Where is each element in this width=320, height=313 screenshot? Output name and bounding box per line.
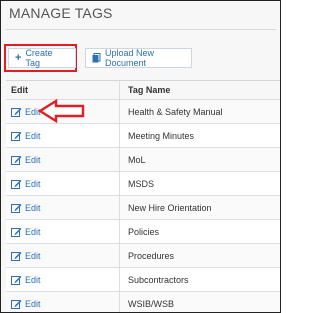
- edit-icon: [11, 251, 22, 261]
- manage-tags-panel: MANAGE TAGS + Create Tag Upload New Docu…: [0, 0, 281, 313]
- create-tag-label: Create Tag: [25, 48, 53, 68]
- edit-link[interactable]: Edit: [11, 227, 41, 237]
- edit-link[interactable]: Edit: [11, 203, 41, 213]
- upload-document-label: Upload New Document: [105, 48, 155, 68]
- edit-link[interactable]: Edit: [11, 251, 41, 261]
- edit-label: Edit: [25, 178, 41, 189]
- tag-name-cell: New Hire Orientation: [128, 202, 212, 213]
- table-header-row: Edit Tag Name: [6, 81, 280, 100]
- tag-name-cell: WSIB/WSB: [128, 298, 175, 309]
- edit-label: Edit: [25, 202, 41, 213]
- edit-label: Edit: [25, 298, 41, 309]
- edit-cell: Edit: [6, 196, 120, 219]
- tag-name-cell: Procedures: [128, 250, 175, 261]
- column-header-tag-name: Tag Name: [128, 85, 171, 95]
- edit-cell: Edit: [6, 244, 120, 267]
- column-header-edit: Edit: [6, 81, 120, 99]
- edit-cell: Edit: [6, 220, 120, 243]
- edit-link[interactable]: Edit: [11, 131, 41, 141]
- table-row: Edit MoL: [6, 148, 280, 172]
- table-row: Edit New Hire Orientation: [6, 196, 280, 220]
- table-row: Edit Subcontractors: [6, 268, 280, 292]
- edit-label: Edit: [25, 250, 41, 261]
- edit-label: Edit: [25, 226, 41, 237]
- table-row: Edit Policies: [6, 220, 280, 244]
- edit-label: Edit: [25, 130, 41, 141]
- document-icon: [92, 53, 101, 63]
- tag-name-cell: Meeting Minutes: [128, 130, 195, 141]
- create-tag-button[interactable]: + Create Tag: [8, 48, 76, 68]
- edit-cell: Edit: [6, 172, 120, 195]
- edit-icon: [11, 179, 22, 189]
- tag-name-cell: Policies: [128, 226, 160, 237]
- edit-link[interactable]: Edit: [11, 107, 41, 117]
- upload-document-button[interactable]: Upload New Document: [85, 48, 192, 68]
- edit-label: Edit: [25, 154, 41, 165]
- annotation-arrow: [38, 99, 85, 123]
- edit-icon: [11, 203, 22, 213]
- edit-cell: Edit: [6, 268, 120, 291]
- edit-icon: [11, 275, 22, 285]
- table-row: Edit WSIB/WSB: [6, 292, 280, 312]
- edit-icon: [11, 107, 22, 117]
- edit-icon: [11, 227, 22, 237]
- table-row: Edit Meeting Minutes: [6, 124, 280, 148]
- table-row: Edit Procedures: [6, 244, 280, 268]
- tag-name-cell: Health & Safety Manual: [128, 106, 223, 117]
- edit-cell: Edit: [6, 124, 120, 147]
- edit-cell: Edit: [6, 292, 120, 312]
- plus-icon: +: [15, 51, 22, 64]
- page-title: MANAGE TAGS: [9, 5, 113, 21]
- edit-cell: Edit: [6, 148, 120, 171]
- title-divider: [6, 29, 276, 30]
- edit-link[interactable]: Edit: [11, 275, 41, 285]
- tag-name-cell: Subcontractors: [128, 274, 189, 285]
- table-row: Edit MSDS: [6, 172, 280, 196]
- edit-icon: [11, 155, 22, 165]
- edit-link[interactable]: Edit: [11, 299, 41, 309]
- edit-icon: [11, 131, 22, 141]
- tag-name-cell: MSDS: [128, 178, 155, 189]
- edit-icon: [11, 299, 22, 309]
- edit-label: Edit: [25, 274, 41, 285]
- edit-link[interactable]: Edit: [11, 155, 41, 165]
- tag-name-cell: MoL: [128, 154, 146, 165]
- edit-link[interactable]: Edit: [11, 179, 41, 189]
